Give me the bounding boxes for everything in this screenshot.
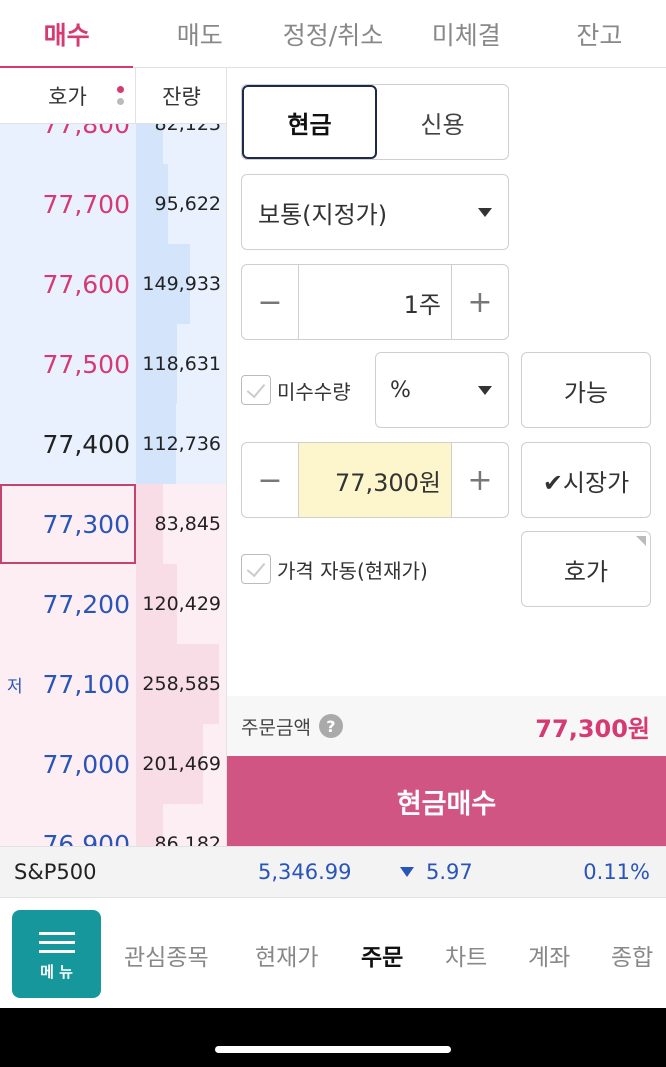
orderbook-qty: 149,933: [142, 273, 221, 295]
orderbook-rows: 77,800 82,123 77,700 95,622 77,600 149,933 77,…: [0, 84, 226, 847]
orderbook-row[interactable]: 77,600 149,933: [0, 244, 226, 324]
index-ticker[interactable]: S&P500 5,346.99 5.97 0.11%: [0, 846, 666, 898]
index-change: 5.97: [400, 860, 473, 884]
tab-balance[interactable]: 잔고: [533, 0, 666, 67]
orderbook-row[interactable]: 저 77,100 258,585: [0, 644, 226, 724]
order-tabs: 매수 매도 정정/취소 미체결 잔고: [0, 0, 666, 68]
orderbook-qty: 258,585: [142, 673, 221, 695]
orderbook-row[interactable]: 77,300 83,845: [0, 484, 226, 564]
bottom-nav: 메 뉴 관심종목 현재가 주문 차트 계좌 종합: [0, 898, 666, 1008]
tab-buy[interactable]: 매수: [0, 0, 133, 67]
percent-select[interactable]: %: [375, 352, 509, 428]
cash-buy-button[interactable]: 현금매수: [227, 756, 666, 846]
checkbox-icon: [241, 554, 271, 584]
orderbook-header-price: 호가: [0, 68, 136, 123]
hoga-label: 호가: [563, 557, 609, 586]
order-panel: 현금 신용 보통(지정가) − 1주 + 미수수량 % 가능 − 77,300원…: [227, 68, 666, 846]
system-nav-bar: [0, 1008, 666, 1067]
order-type-select[interactable]: 보통(지정가): [241, 174, 509, 250]
home-indicator[interactable]: [215, 1046, 451, 1053]
orderbook-row[interactable]: 77,400 112,736: [0, 404, 226, 484]
orderbook-price[interactable]: 76,900: [0, 830, 136, 847]
tab-unfilled[interactable]: 미체결: [400, 0, 533, 67]
menu-label: 메 뉴: [40, 963, 73, 981]
index-percent: 0.11%: [583, 860, 650, 884]
tab-modify-cancel[interactable]: 정정/취소: [266, 0, 399, 67]
index-name: S&P500: [14, 860, 97, 884]
hoga-button[interactable]: 호가: [521, 531, 651, 607]
orderbook-price[interactable]: 77,500: [0, 350, 136, 379]
nav-chart[interactable]: 차트: [445, 938, 487, 972]
nav-watchlist[interactable]: 관심종목: [124, 938, 209, 972]
nav-order[interactable]: 주문: [361, 938, 403, 972]
order-type-value: 보통(지정가): [258, 200, 388, 229]
orderbook-price[interactable]: 77,300: [0, 484, 136, 564]
index-value: 5,346.99: [258, 860, 352, 884]
order-amount-label: 주문금액: [241, 716, 311, 739]
order-amount-value: 77,300원: [535, 714, 650, 743]
unfilled-qty-checkbox[interactable]: 미수수량: [241, 375, 351, 405]
orderbook-price[interactable]: 77,400: [0, 430, 136, 459]
orderbook-qty: 118,631: [142, 353, 221, 375]
qty-input[interactable]: 1주: [298, 265, 452, 339]
order-amount-row: 주문금액 ? 77,300원: [227, 696, 666, 756]
orderbook-qty: 112,736: [142, 433, 221, 455]
orderbook-header-qty: 잔량: [162, 84, 201, 109]
account-type-toggle: 현금 신용: [241, 84, 509, 160]
cash-option[interactable]: 현금: [242, 85, 377, 159]
nav-account[interactable]: 계좌: [528, 938, 570, 972]
caret-down-icon: [478, 208, 492, 217]
orderbook-row[interactable]: 77,200 120,429: [0, 564, 226, 644]
unfilled-qty-label: 미수수량: [277, 379, 351, 404]
more-icon[interactable]: [117, 86, 125, 108]
available-button[interactable]: 가능: [521, 352, 651, 428]
menu-button[interactable]: 메 뉴: [12, 910, 101, 998]
orderbook-qty: 120,429: [142, 593, 221, 615]
price-increase-button[interactable]: +: [452, 443, 508, 517]
corner-indicator-icon: [636, 536, 646, 546]
quantity-stepper: − 1주 +: [241, 264, 509, 340]
percent-value: %: [390, 377, 411, 403]
orderbook-price[interactable]: 77,200: [0, 590, 136, 619]
orderbook-qty: 95,622: [154, 193, 221, 215]
orderbook-qty: 86,182: [154, 833, 221, 846]
orderbook-price[interactable]: 77,700: [0, 190, 136, 219]
orderbook-row[interactable]: 77,700 95,622: [0, 164, 226, 244]
orderbook-qty: 83,845: [154, 513, 221, 535]
auto-price-label: 가격 자동(현재가): [277, 558, 428, 583]
checkbox-icon: [241, 375, 271, 405]
orderbook-qty: 201,469: [142, 753, 221, 775]
orderbook-row[interactable]: 77,000 201,469: [0, 724, 226, 804]
orderbook[interactable]: 77,800 82,123 77,700 95,622 77,600 149,933 77,…: [0, 68, 227, 846]
nav-current-price[interactable]: 현재가: [255, 938, 318, 972]
down-arrow-icon: [400, 867, 414, 877]
help-icon[interactable]: ?: [318, 714, 343, 738]
credit-option[interactable]: 신용: [377, 85, 508, 159]
orderbook-row[interactable]: 77,500 118,631: [0, 324, 226, 404]
qty-increase-button[interactable]: +: [452, 265, 508, 339]
orderbook-price[interactable]: 77,000: [0, 750, 136, 779]
orderbook-price[interactable]: 77,600: [0, 270, 136, 299]
price-stepper: − 77,300원 +: [241, 442, 509, 518]
nav-overview[interactable]: 종합: [611, 938, 653, 972]
price-header-label: 호가: [48, 84, 87, 109]
index-change-value: 5.97: [426, 860, 473, 884]
auto-price-checkbox[interactable]: 가격 자동(현재가): [241, 554, 428, 584]
qty-decrease-button[interactable]: −: [242, 265, 298, 339]
low-marker: 저: [7, 676, 23, 697]
tab-sell[interactable]: 매도: [133, 0, 266, 67]
price-decrease-button[interactable]: −: [242, 443, 298, 517]
orderbook-header: 호가 잔량: [0, 68, 226, 124]
market-price-button[interactable]: ✔시장가: [521, 442, 651, 518]
price-input[interactable]: 77,300원: [298, 443, 452, 517]
hamburger-icon: [38, 926, 75, 959]
orderbook-row[interactable]: 76,900 86,182: [0, 804, 226, 847]
caret-down-icon: [478, 386, 492, 395]
